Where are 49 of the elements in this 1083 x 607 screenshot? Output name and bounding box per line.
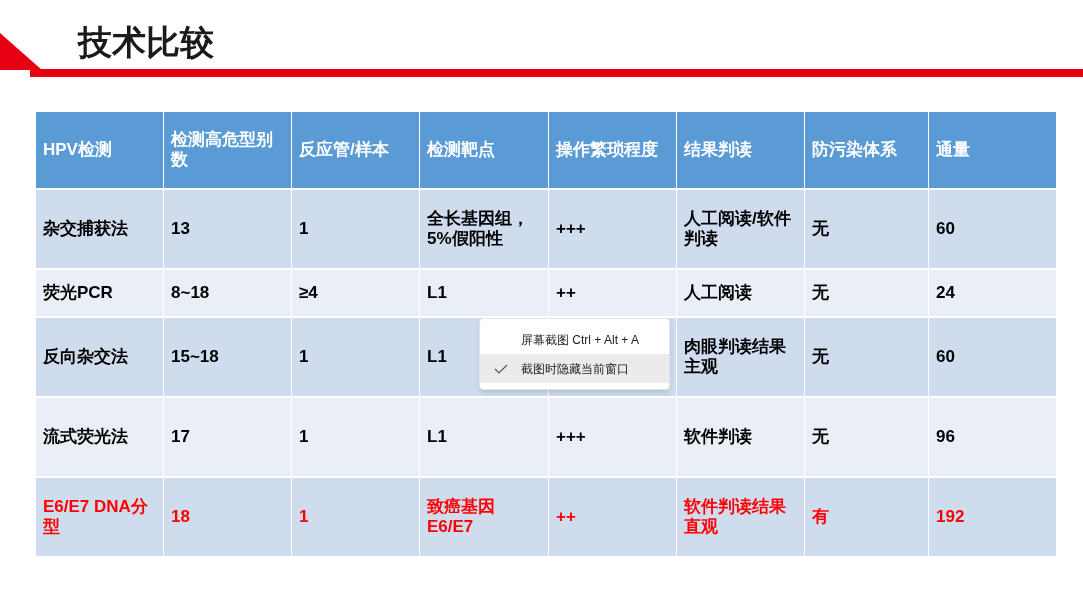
table-cell: 流式荧光法: [36, 398, 163, 476]
column-header: HPV检测: [36, 112, 163, 188]
column-header: 检测靶点: [420, 112, 548, 188]
table-cell: 24: [929, 270, 1056, 316]
column-header: 反应管/样本: [292, 112, 419, 188]
column-header: 检测高危型别数: [164, 112, 291, 188]
table-cell: 人工阅读/软件判读: [677, 190, 804, 268]
table-cell: 192: [929, 478, 1056, 556]
table-cell: 反向杂交法: [36, 318, 163, 396]
slide-title: 技术比较: [78, 22, 214, 63]
table-cell: 18: [164, 478, 291, 556]
table-cell: 96: [929, 398, 1056, 476]
table-cell: 荧光PCR: [36, 270, 163, 316]
table-cell: 人工阅读: [677, 270, 804, 316]
column-header: 通量: [929, 112, 1056, 188]
table-cell: ≥4: [292, 270, 419, 316]
table-cell: L1: [420, 398, 548, 476]
table-cell: 1: [292, 478, 419, 556]
table-cell: 无: [805, 190, 928, 268]
column-header: 结果判读: [677, 112, 804, 188]
table-cell: 无: [805, 398, 928, 476]
table-cell: 全长基因组，5%假阳性: [420, 190, 548, 268]
table-cell: 1: [292, 190, 419, 268]
table-cell: L1: [420, 270, 548, 316]
table-cell: ++: [549, 478, 676, 556]
table-cell: 杂交捕获法: [36, 190, 163, 268]
table-cell: 13: [164, 190, 291, 268]
table-cell: 软件判读结果直观: [677, 478, 804, 556]
table-cell: 60: [929, 318, 1056, 396]
table-cell: 1: [292, 318, 419, 396]
table-cell: 软件判读: [677, 398, 804, 476]
checkmark-icon: [493, 363, 508, 374]
column-header: 防污染体系: [805, 112, 928, 188]
table-cell: 无: [805, 318, 928, 396]
table-cell: 1: [292, 398, 419, 476]
table-cell: 有: [805, 478, 928, 556]
table-cell: +++: [549, 190, 676, 268]
table-cell: 8~18: [164, 270, 291, 316]
table-cell: 致癌基因E6/E7: [420, 478, 548, 556]
table-cell: 肉眼判读结果主观: [677, 318, 804, 396]
table-cell: 15~18: [164, 318, 291, 396]
table-cell: 60: [929, 190, 1056, 268]
menu-item[interactable]: 截图时隐藏当前窗口: [480, 354, 669, 383]
column-header: 操作繁琐程度: [549, 112, 676, 188]
table-cell: ++: [549, 270, 676, 316]
table-cell: +++: [549, 398, 676, 476]
table-cell: 17: [164, 398, 291, 476]
table-cell: E6/E7 DNA分型: [36, 478, 163, 556]
table-cell: 无: [805, 270, 928, 316]
